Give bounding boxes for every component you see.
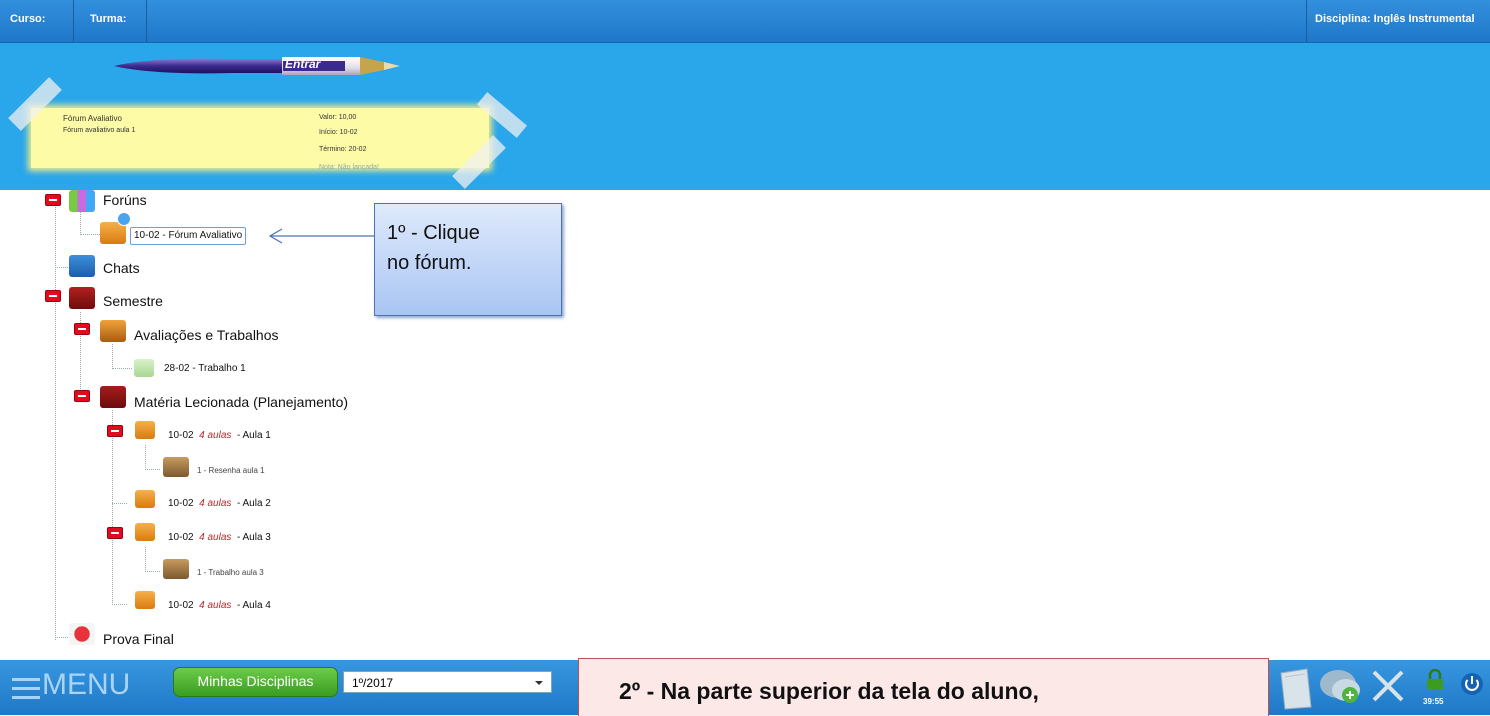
tree-label-materia[interactable]: Matéria Lecionada (Planejamento) [134, 394, 348, 410]
collapse-avaliacoes-button[interactable] [74, 323, 90, 335]
tree-label-aula2[interactable]: 10-02 4 aulas - Aula 2 [168, 498, 271, 509]
trabalho-icon [134, 359, 154, 377]
tree-label-aula4[interactable]: 10-02 4 aulas - Aula 4 [168, 600, 271, 611]
collapse-foruns-button[interactable] [45, 194, 61, 206]
prova-final-icon [69, 623, 95, 645]
callout1-line2: no fórum. [387, 252, 472, 274]
tree-line [80, 234, 100, 235]
tree-label-foruns[interactable]: Forúns [103, 192, 147, 208]
instruction-callout-2: 2º - Na parte superior da tela do aluno, [578, 658, 1269, 716]
semestre-icon [69, 287, 95, 309]
tree-line [145, 547, 146, 572]
divider [73, 0, 74, 42]
tree-line [145, 469, 160, 470]
disciplina-label: Disciplina: Inglês Instrumental [1315, 13, 1475, 25]
tree-line [80, 210, 81, 235]
materia-icon [100, 386, 126, 408]
tree-line [55, 200, 56, 640]
tree-line [112, 368, 132, 369]
note-title: Fórum Avaliativo [63, 114, 122, 123]
resenha-icon [163, 457, 189, 477]
divider [146, 0, 147, 42]
collapse-semestre-button[interactable] [45, 290, 61, 302]
avaliacoes-icon [100, 320, 126, 342]
tree-line [112, 604, 127, 605]
aula-icon [135, 523, 155, 541]
tree-line [55, 637, 70, 638]
tree-line [145, 445, 146, 470]
lock-icon[interactable] [1424, 669, 1446, 691]
collapse-aula3-button[interactable] [107, 527, 123, 539]
tree-line [55, 267, 70, 268]
info-badge-icon [117, 212, 131, 226]
tree-label-chats[interactable]: Chats [103, 260, 140, 276]
tree-label-prova-final[interactable]: Prova Final [103, 631, 174, 647]
note-nota: Nota: Não lançada! [319, 164, 379, 171]
collapse-materia-button[interactable] [74, 390, 90, 402]
tree-label-resenha[interactable]: 1 - Resenha aula 1 [197, 466, 265, 475]
enter-label: Entrar [285, 57, 321, 71]
forum-item-link[interactable]: 10-02 - Fórum Avaliativo [130, 227, 247, 245]
power-icon[interactable] [1460, 672, 1484, 696]
chat-add-icon[interactable] [1318, 668, 1366, 708]
trabalho-aula3-icon [163, 559, 189, 579]
hamburger-icon [12, 678, 40, 699]
tree-label-trabalho-aula3[interactable]: 1 - Trabalho aula 3 [197, 568, 264, 577]
aula-icon [135, 490, 155, 508]
tree-line [112, 410, 113, 605]
chats-icon [69, 255, 95, 277]
divider [1306, 0, 1307, 42]
tree-label-semestre[interactable]: Semestre [103, 293, 163, 309]
enter-pen-button[interactable] [112, 51, 402, 81]
note-valor: Valor: 10,00 [319, 114, 357, 121]
arrow-icon [268, 228, 374, 244]
chevron-down-icon [535, 681, 543, 685]
curso-label: Curso: [10, 13, 46, 25]
foruns-icon [69, 190, 95, 212]
activity-info-note[interactable]: Fórum Avaliativo Fórum avaliativo aula 1… [31, 108, 489, 171]
tree-line [145, 571, 160, 572]
instruction-callout-1: 1º - Clique no fórum. [374, 203, 562, 316]
semester-value: 1º/2017 [352, 676, 394, 690]
tree-label-avaliacoes[interactable]: Avaliações e Trabalhos [134, 327, 279, 343]
aula-icon [135, 591, 155, 609]
turma-label: Turma: [90, 13, 127, 25]
tree-line [112, 503, 127, 504]
callout2-text: 2º - Na parte superior da tela do aluno, [619, 678, 1039, 704]
menu-label: MENU [42, 668, 131, 701]
collapse-aula1-button[interactable] [107, 425, 123, 437]
header-strip: Curso: Turma: Disciplina: Inglês Instrum… [0, 0, 1490, 43]
tools-icon[interactable] [1370, 668, 1406, 704]
notebook-icon[interactable] [1275, 667, 1315, 711]
semester-select[interactable]: 1º/2017 [343, 671, 552, 693]
session-timer: 39:55 [1423, 697, 1444, 706]
tree-label-aula1[interactable]: 10-02 4 aulas - Aula 1 [168, 430, 271, 441]
callout1-line1: 1º - Clique [387, 222, 480, 244]
aula-icon [135, 421, 155, 439]
note-subtitle: Fórum avaliativo aula 1 [63, 127, 136, 134]
tree-label-trabalho1[interactable]: 28-02 - Trabalho 1 [164, 363, 246, 374]
minhas-disciplinas-button[interactable]: Minhas Disciplinas [173, 667, 338, 697]
note-inicio: Início: 10-02 [319, 129, 358, 136]
note-termino: Término: 20-02 [319, 146, 367, 153]
tree-line [112, 344, 113, 369]
tree-label-aula3[interactable]: 10-02 4 aulas - Aula 3 [168, 532, 271, 543]
